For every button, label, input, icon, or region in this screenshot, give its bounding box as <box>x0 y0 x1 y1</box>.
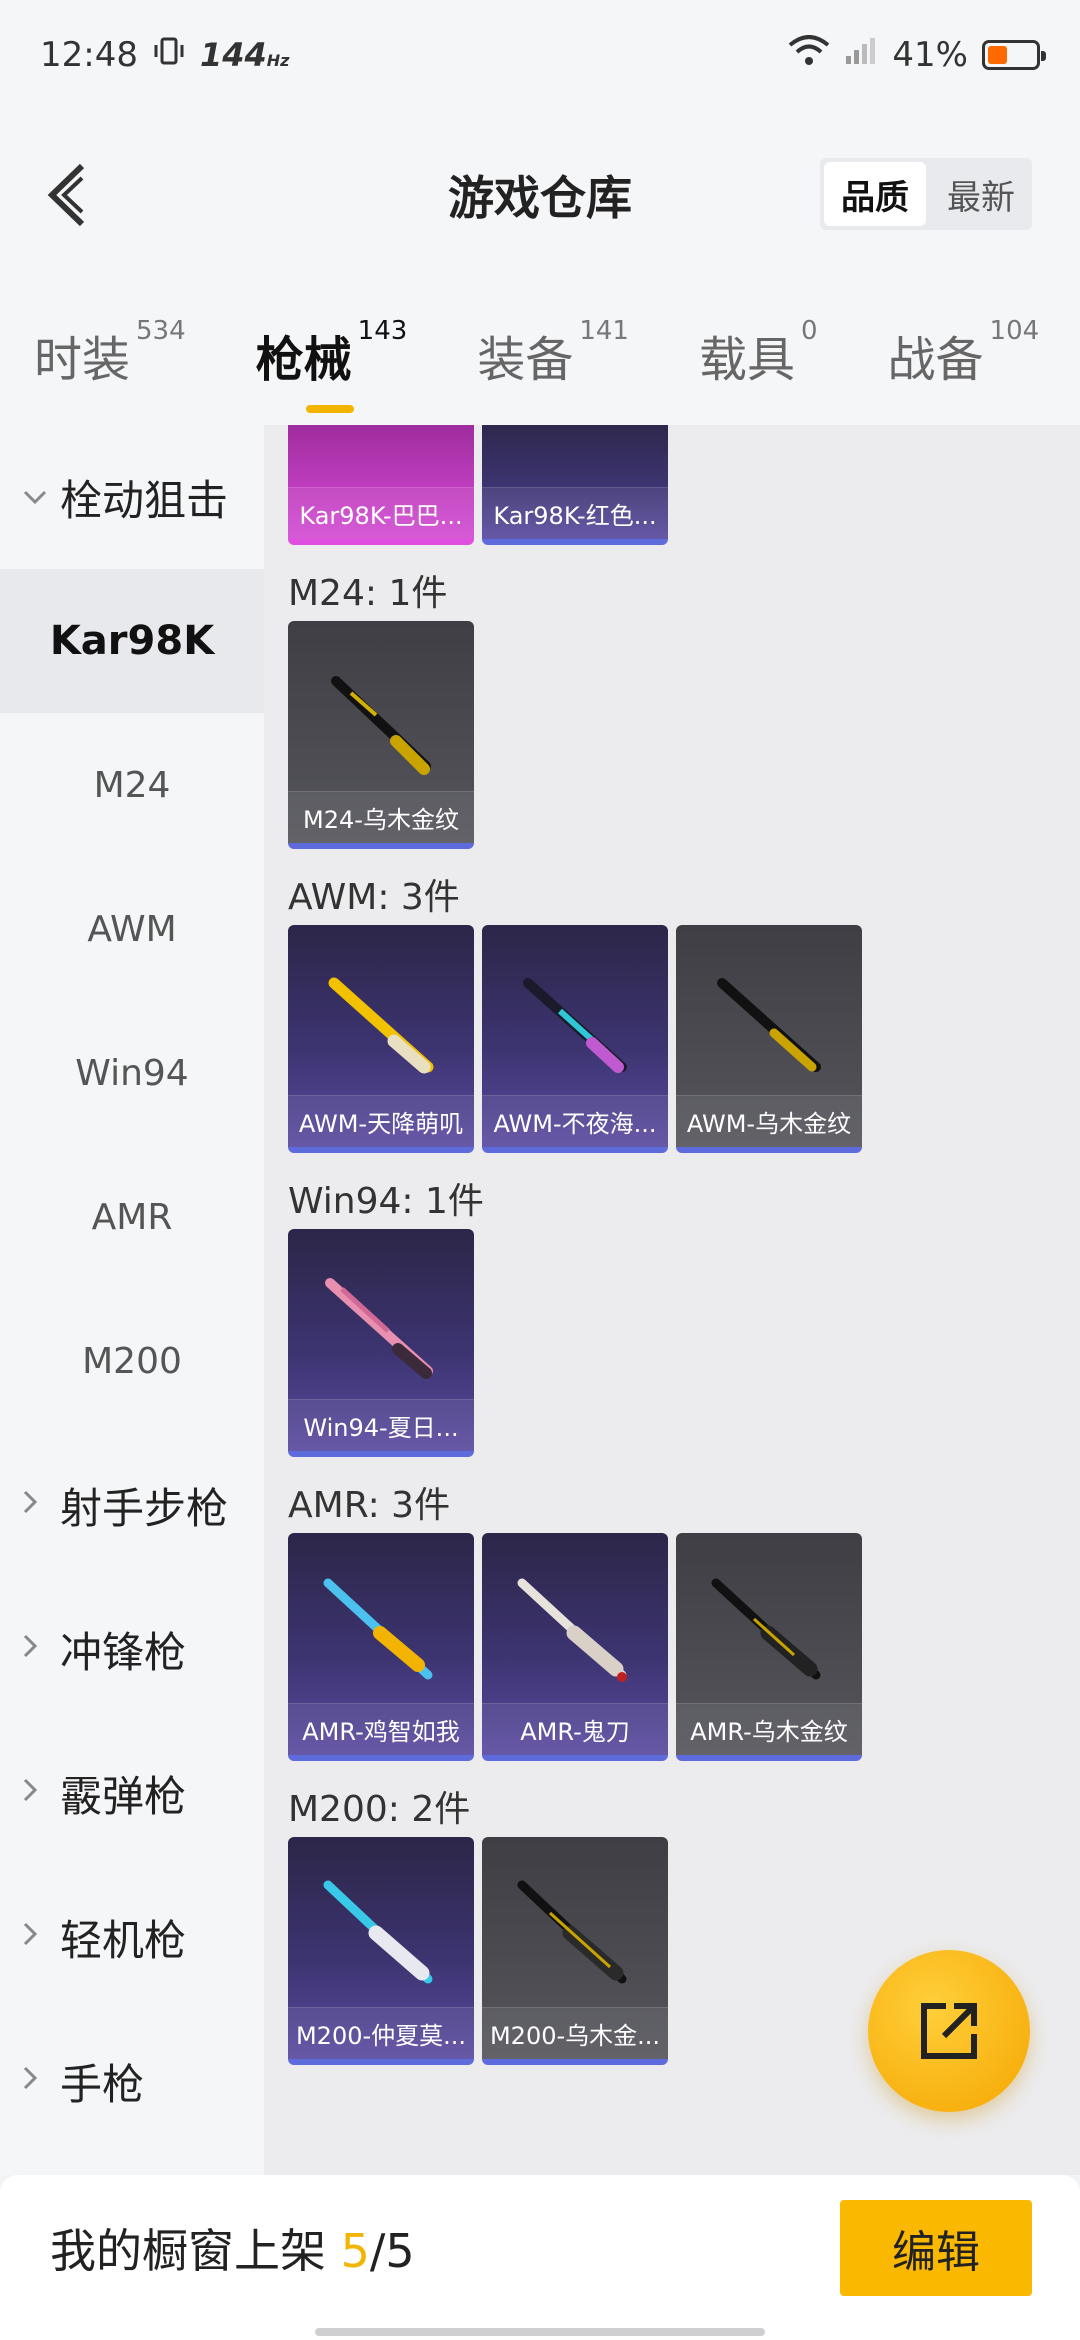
tab-equipment[interactable]: 装备141 <box>477 280 629 425</box>
rifle-icon <box>323 1578 433 1680</box>
tab-tactical[interactable]: 战备104 <box>888 280 1040 425</box>
group-title-amr: AMR: 3件 <box>288 1485 451 1526</box>
sidebar-category-bolt-sniper[interactable]: 栓动狙击 <box>0 425 264 569</box>
sidebar-category-shotgun[interactable]: 霰弹枪 <box>0 1721 264 1865</box>
sidebar-category-pistol[interactable]: 手枪 <box>0 2009 264 2153</box>
item-grid: Kar98K-巴巴... Kar98K-红色... M24: 1件 M24-乌木… <box>264 425 1080 2175</box>
group-title-m24: M24: 1件 <box>288 573 448 614</box>
showcase-status: 我的橱窗上架 5/5 <box>50 2223 415 2278</box>
sidebar-item-kar98k[interactable]: Kar98K <box>0 569 264 713</box>
header: 游戏仓库 品质 最新 <box>0 110 1080 280</box>
item-card[interactable]: AMR-乌木金纹 <box>676 1533 862 1761</box>
tab-firearms[interactable]: 枪械143 <box>256 280 407 425</box>
item-card[interactable]: Kar98K-红色... <box>482 425 668 545</box>
item-card[interactable]: AWM-乌木金纹 <box>676 925 862 1153</box>
sort-quality-button[interactable]: 品质 <box>824 162 926 226</box>
category-tabs: 时装534 枪械143 装备141 载具0 战备104 <box>0 280 1080 425</box>
group-title-win94: Win94: 1件 <box>288 1181 484 1222</box>
tab-fashion[interactable]: 时装534 <box>34 280 186 425</box>
chevron-right-icon <box>22 2064 60 2099</box>
share-button[interactable] <box>868 1950 1030 2112</box>
rifle-icon <box>523 978 627 1073</box>
tab-vehicles[interactable]: 载具0 <box>699 280 818 425</box>
sort-newest-button[interactable]: 最新 <box>930 158 1032 230</box>
item-card[interactable]: AMR-鬼刀 <box>482 1533 668 1761</box>
m24-row: M24-乌木金纹 <box>264 621 1080 849</box>
refresh-rate: 144Hz <box>199 36 290 74</box>
item-card[interactable]: Kar98K-巴巴... <box>288 425 474 545</box>
home-indicator[interactable] <box>315 2328 765 2336</box>
group-title-m200: M200: 2件 <box>288 1789 471 1830</box>
sidebar-item-m200[interactable]: M200 <box>0 1289 264 1433</box>
chevron-right-icon <box>22 1488 60 1523</box>
sidebar: 栓动狙击 Kar98K M24 AWM Win94 AMR M200 射手步枪 … <box>0 425 264 2175</box>
page-title: 游戏仓库 <box>448 171 632 225</box>
sidebar-item-awm[interactable]: AWM <box>0 857 264 1001</box>
chevron-right-icon <box>22 1632 60 1667</box>
sidebar-item-win94[interactable]: Win94 <box>0 1001 264 1145</box>
signal-icon <box>844 35 878 75</box>
sidebar-category-smg[interactable]: 冲锋枪 <box>0 1577 264 1721</box>
win94-row: Win94-夏日... <box>264 1229 1080 1457</box>
item-card[interactable]: AWM-不夜海... <box>482 925 668 1153</box>
item-card[interactable]: M24-乌木金纹 <box>288 621 474 849</box>
rifle-icon <box>711 1578 821 1680</box>
awm-row: AWM-天降萌叽 AWM-不夜海... AWM-乌木金纹 <box>264 925 1080 1153</box>
battery-level: 41% <box>892 35 968 75</box>
item-card[interactable]: Win94-夏日... <box>288 1229 474 1457</box>
item-card[interactable]: AMR-鸡智如我 <box>288 1533 474 1761</box>
rifle-icon <box>517 1880 627 1984</box>
rifle-icon <box>717 978 821 1072</box>
rifle-icon <box>325 1278 433 1379</box>
group-title-awm: AWM: 3件 <box>288 877 460 918</box>
rifle-icon <box>331 676 431 775</box>
chevron-right-icon <box>22 1776 60 1811</box>
battery-icon <box>982 40 1046 70</box>
sidebar-category-lmg[interactable]: 轻机枪 <box>0 1865 264 2009</box>
amr-row: AMR-鸡智如我 AMR-鬼刀 AMR-乌木金纹 <box>264 1533 1080 1761</box>
showcase-bar: 我的橱窗上架 5/5 编辑 <box>0 2175 1080 2340</box>
share-out-icon <box>921 2003 977 2059</box>
edit-button[interactable]: 编辑 <box>840 2199 1032 2296</box>
kar98k-row: Kar98K-巴巴... Kar98K-红色... <box>264 425 1080 545</box>
chevron-down-icon <box>22 480 60 515</box>
sidebar-item-m24[interactable]: M24 <box>0 713 264 857</box>
sidebar-category-marksman[interactable]: 射手步枪 <box>0 1433 264 1577</box>
active-tab-indicator <box>305 405 354 413</box>
sort-toggle: 品质 最新 <box>820 158 1032 230</box>
back-arrow-icon[interactable] <box>26 155 106 235</box>
rifle-icon <box>328 977 434 1074</box>
status-bar: 12:48 144Hz 41% <box>0 0 1080 110</box>
item-card[interactable]: M200-仲夏莫... <box>288 1837 474 2065</box>
item-card[interactable]: AWM-天降萌叽 <box>288 925 474 1153</box>
status-time: 12:48 <box>40 35 138 75</box>
rifle-icon <box>517 1578 627 1682</box>
chevron-right-icon <box>22 1920 60 1955</box>
vibrate-icon <box>152 34 186 77</box>
item-card[interactable]: M200-乌木金... <box>482 1837 668 2065</box>
sidebar-item-amr[interactable]: AMR <box>0 1145 264 1289</box>
rifle-icon <box>323 1880 433 1984</box>
wifi-icon <box>788 34 830 76</box>
